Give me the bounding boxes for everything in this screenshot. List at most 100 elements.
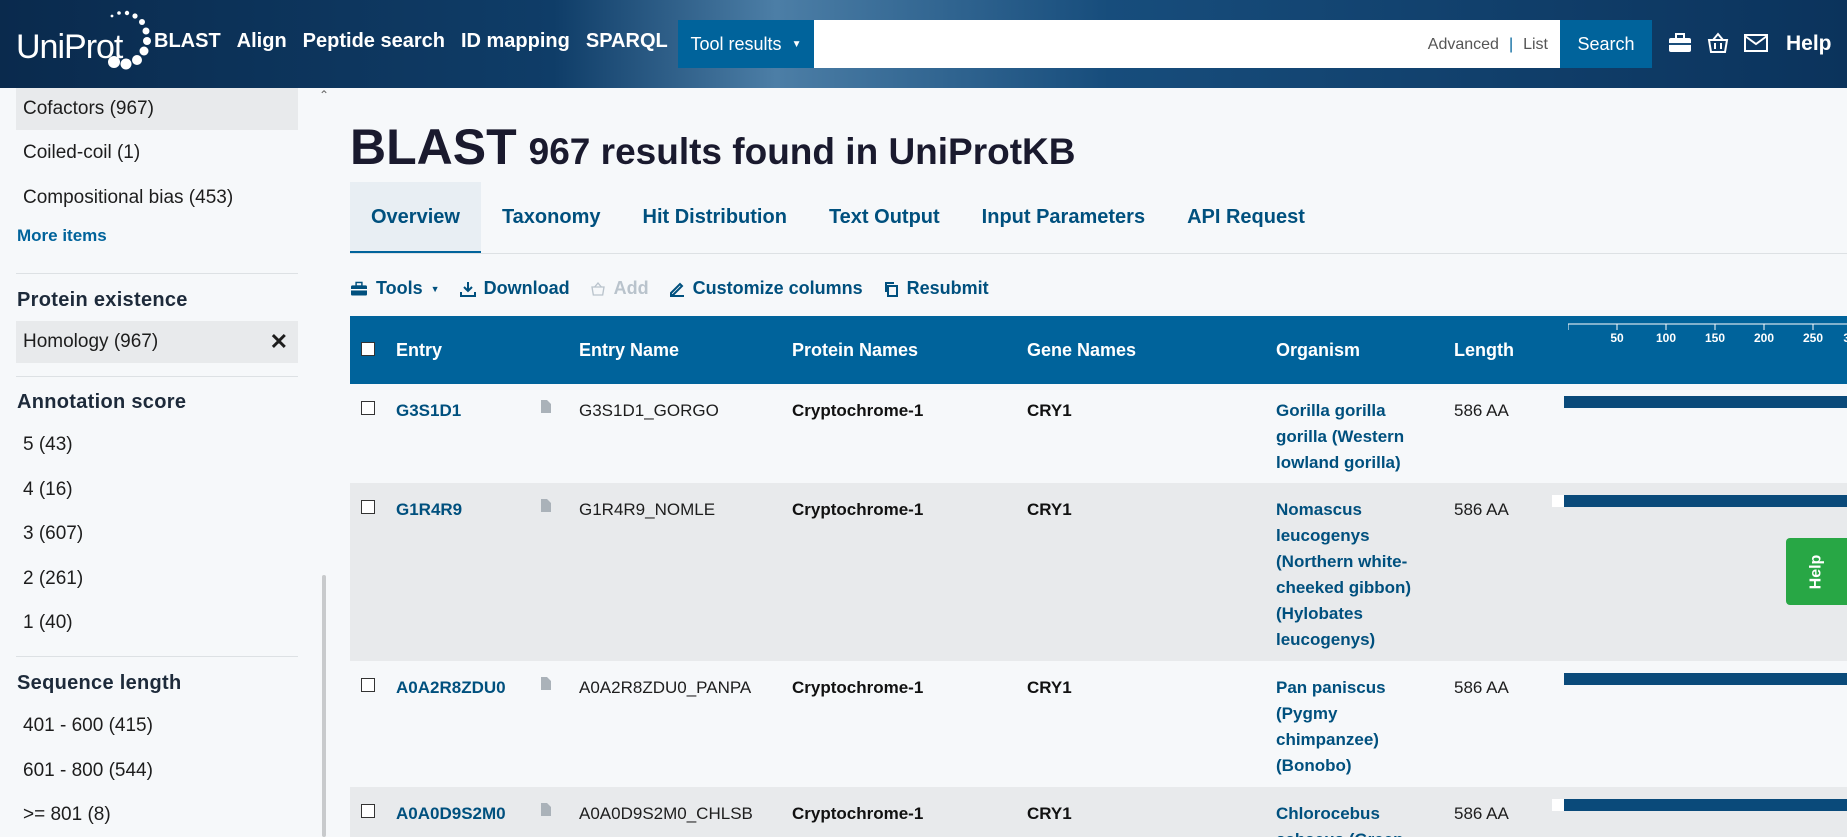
- protein-name: Cryptochrome-1: [792, 500, 924, 519]
- table-row: A0A0D9S2M0 A0A0D9S2M0_CHLSB Cryptochrome…: [350, 787, 1847, 837]
- alignment-ruler: 50 100 150 200 250 30: [1568, 323, 1847, 345]
- facet-score-4[interactable]: 4 (16): [16, 469, 298, 511]
- envelope-icon[interactable]: [1744, 33, 1768, 53]
- nav-sparql[interactable]: SPARQL: [586, 30, 668, 53]
- document-icon: [541, 400, 551, 413]
- organism-link[interactable]: Pan paniscus (Pygmy chimpanzee) (Bonobo): [1276, 675, 1421, 779]
- entry-link[interactable]: A0A0D9S2M0: [396, 801, 506, 827]
- tab-input-parameters[interactable]: Input Parameters: [961, 182, 1166, 254]
- facet-score-5[interactable]: 5 (43): [16, 424, 298, 466]
- facet-cofactors[interactable]: Cofactors (967): [16, 88, 298, 130]
- organism-line: Chlorocebus: [1276, 804, 1380, 823]
- header-organism[interactable]: Organism: [1276, 340, 1360, 361]
- protein-name: Cryptochrome-1: [792, 804, 924, 823]
- advanced-search-link[interactable]: Advanced: [1428, 36, 1499, 54]
- results-count: 967 results found in UniProtKB: [528, 131, 1076, 172]
- alignment-gap: [1552, 495, 1564, 507]
- document-icon: [541, 499, 551, 512]
- organism-line: leucogenys): [1276, 630, 1376, 649]
- tab-api-request[interactable]: API Request: [1166, 182, 1326, 254]
- ruler-tick-100: 100: [1656, 331, 1676, 345]
- entry-link[interactable]: G3S1D1: [396, 398, 461, 424]
- more-items-link[interactable]: More items: [17, 226, 107, 246]
- divider: [16, 376, 298, 377]
- organism-line: (Hylobates: [1276, 604, 1363, 623]
- pencil-icon: [669, 282, 684, 297]
- result-tabs: Overview Taxonomy Hit Distribution Text …: [350, 182, 1326, 254]
- floating-help-label: Help: [1807, 554, 1825, 589]
- header-protein-names[interactable]: Protein Names: [792, 340, 918, 361]
- caret-down-icon: ▼: [791, 38, 802, 50]
- facet-coiled-coil[interactable]: Coiled-coil (1): [16, 132, 298, 174]
- results-toolbar: Tools ▼ Download Add Customize columns R…: [350, 278, 989, 299]
- row-checkbox[interactable]: [361, 401, 375, 415]
- organism-line: (Bonobo): [1276, 756, 1352, 775]
- search-button[interactable]: Search: [1560, 20, 1652, 68]
- add-label: Add: [613, 278, 649, 298]
- help-link[interactable]: Help: [1786, 32, 1832, 56]
- top-bar: UniProt BLAST Align Peptide search ID ma…: [0, 0, 1847, 88]
- tools-button[interactable]: Tools ▼: [350, 278, 440, 299]
- download-button[interactable]: Download: [459, 278, 570, 299]
- uniprot-logo[interactable]: UniProt: [16, 10, 151, 70]
- facets-sidebar: Cofactors (967) Coiled-coil (1) Composit…: [0, 88, 320, 837]
- tab-overview[interactable]: Overview: [350, 182, 481, 254]
- organism-link[interactable]: Nomascus leucogenys (Northern white- che…: [1276, 497, 1421, 653]
- sequence-length: 586 AA: [1454, 401, 1509, 420]
- list-search-link[interactable]: List: [1523, 36, 1548, 54]
- alignment-bar[interactable]: [1564, 673, 1847, 685]
- tool-results-select[interactable]: Tool results ▼: [678, 20, 814, 68]
- organism-link[interactable]: Chlorocebus sabaeus (Green: [1276, 801, 1421, 837]
- gene-name: CRY1: [1027, 500, 1072, 519]
- facet-length-601-800[interactable]: 601 - 800 (544): [16, 750, 298, 792]
- header-entry[interactable]: Entry: [396, 340, 442, 361]
- nav-id-mapping[interactable]: ID mapping: [461, 30, 570, 53]
- row-checkbox[interactable]: [361, 804, 375, 818]
- search-input[interactable]: [814, 20, 1408, 68]
- facet-length-801-plus[interactable]: >= 801 (8): [16, 794, 298, 836]
- table-row: A0A2R8ZDU0 A0A2R8ZDU0_PANPA Cryptochrome…: [350, 661, 1847, 787]
- entry-link[interactable]: G1R4R9: [396, 497, 462, 523]
- alignment-bar[interactable]: [1564, 495, 1847, 507]
- sidebar-scrollbar-thumb[interactable]: [322, 575, 326, 837]
- organism-line: chimpanzee): [1276, 730, 1379, 749]
- annotation-score-title: Annotation score: [17, 391, 187, 413]
- customize-columns-button[interactable]: Customize columns: [669, 278, 863, 299]
- nav-blast[interactable]: BLAST: [154, 30, 221, 53]
- ruler-tick-150: 150: [1705, 331, 1725, 345]
- tool-select-label: Tool results: [690, 33, 782, 54]
- floating-help-button[interactable]: Help: [1786, 538, 1847, 605]
- facet-homology-selected[interactable]: Homology (967) ✕: [16, 321, 298, 363]
- organism-link[interactable]: Gorilla gorilla gorilla (Western lowland…: [1276, 398, 1421, 476]
- alignment-bar[interactable]: [1564, 799, 1847, 811]
- add-button[interactable]: Add: [590, 278, 649, 299]
- header-gene-names[interactable]: Gene Names: [1027, 340, 1136, 361]
- select-all-checkbox[interactable]: [361, 342, 375, 356]
- entry-name: A0A2R8ZDU0_PANPA: [579, 678, 752, 697]
- divider: [16, 656, 298, 657]
- row-checkbox[interactable]: [361, 678, 375, 692]
- scroll-up-arrow[interactable]: ⌃: [319, 88, 329, 102]
- facet-score-3[interactable]: 3 (607): [16, 513, 298, 555]
- tab-taxonomy[interactable]: Taxonomy: [481, 182, 622, 254]
- nav-align[interactable]: Align: [237, 30, 287, 53]
- entry-link[interactable]: A0A2R8ZDU0: [396, 675, 506, 701]
- header-length[interactable]: Length: [1454, 340, 1514, 361]
- remove-filter-icon[interactable]: ✕: [270, 321, 288, 363]
- header-entry-name[interactable]: Entry Name: [579, 340, 679, 361]
- tab-hit-distribution[interactable]: Hit Distribution: [622, 182, 808, 254]
- basket-icon[interactable]: [1706, 32, 1730, 54]
- download-label: Download: [483, 278, 570, 298]
- nav-peptide-search[interactable]: Peptide search: [303, 30, 445, 53]
- facet-length-401-600[interactable]: 401 - 600 (415): [16, 705, 298, 747]
- organism-line: lowland gorilla): [1276, 453, 1401, 472]
- alignment-bar[interactable]: [1564, 396, 1847, 408]
- facet-score-1[interactable]: 1 (40): [16, 602, 298, 644]
- facet-compositional-bias[interactable]: Compositional bias (453): [16, 177, 298, 219]
- organism-line: cheeked gibbon): [1276, 578, 1412, 597]
- tab-text-output[interactable]: Text Output: [808, 182, 961, 254]
- resubmit-button[interactable]: Resubmit: [883, 278, 989, 299]
- row-checkbox[interactable]: [361, 500, 375, 514]
- toolbox-icon[interactable]: [1668, 32, 1692, 54]
- facet-score-2[interactable]: 2 (261): [16, 558, 298, 600]
